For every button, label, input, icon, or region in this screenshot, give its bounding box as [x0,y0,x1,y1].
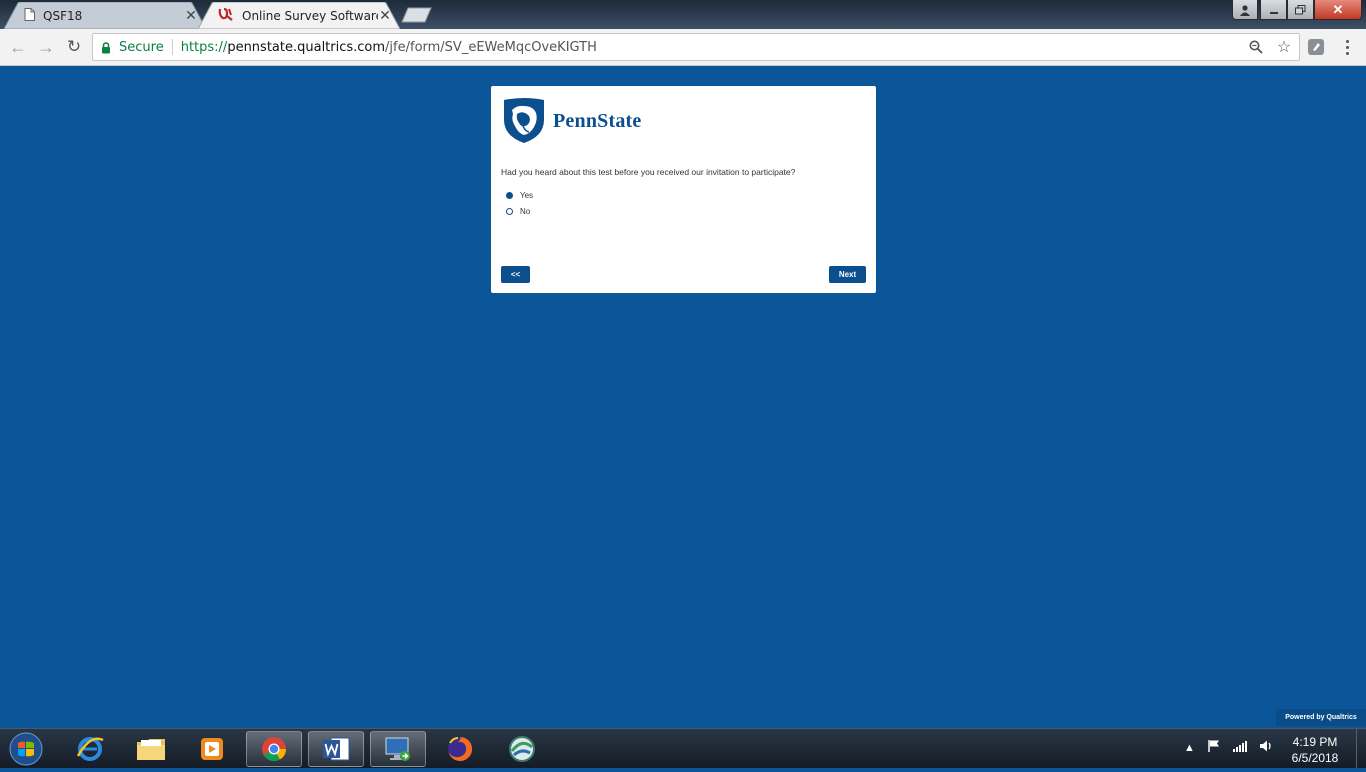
back-button[interactable]: << [501,266,530,283]
tab-title: Online Survey Software | Q [242,8,378,23]
close-window-button[interactable]: ✕ [1314,0,1362,20]
forward-arrow-icon[interactable]: → [36,37,56,57]
browser-toolbar: ← → ↻ Secure https://pennstate.qualtrics… [0,29,1366,66]
nittany-lion-shield-icon [504,98,544,143]
radio-unselected-icon[interactable] [506,208,513,215]
radio-selected-icon[interactable] [506,192,513,199]
qualtrics-icon [218,7,234,24]
pennstate-logo: PennState [503,98,641,144]
logo-text: PennState [553,109,642,132]
minimize-button[interactable] [1260,0,1287,20]
new-tab-button[interactable] [400,7,434,23]
restore-button[interactable] [1287,0,1314,20]
address-bar[interactable]: Secure https://pennstate.qualtrics.com/j… [92,33,1300,61]
powered-by-qualtrics[interactable]: Powered by Qualtrics [1276,709,1366,726]
browser-menu-icon[interactable] [1340,37,1354,57]
choice-label: Yes [520,191,534,200]
taskbar-network-app-icon[interactable] [494,731,550,767]
address-bar-actions: ☆ [1247,38,1293,56]
system-tray: ▲ [1184,739,1273,756]
taskbar-remote-desktop-icon[interactable] [370,731,426,767]
bookmark-star-icon[interactable]: ☆ [1275,38,1293,56]
tab-strip: QSF18 ✕ Online Survey Software | Q ✕ ✕ [0,0,1366,29]
taskbar-file-explorer-icon[interactable] [123,731,179,767]
divider [171,39,173,55]
clock-time: 4:19 PM [1292,735,1338,749]
choice-label: No [520,207,531,216]
taskbar-word-icon[interactable] [308,731,364,767]
show-desktop-button[interactable] [1356,729,1366,769]
tab-close-icon[interactable]: ✕ [184,7,198,24]
taskbar-internet-explorer-icon[interactable] [62,731,118,767]
volume-icon[interactable] [1259,739,1273,756]
taskbar-firefox-icon[interactable] [432,731,488,767]
question-text: Had you heard about this test before you… [501,167,796,177]
taskbar-media-player-icon[interactable] [184,731,240,767]
url-host: pennstate.qualtrics.com [227,39,386,55]
tab-title: QSF18 [43,8,83,23]
url-path: /jfe/form/SV_eEWeMqcOveKIGTH [385,39,597,55]
network-signal-icon[interactable] [1232,740,1247,755]
url-text[interactable]: https://pennstate.qualtrics.com/jfe/form… [181,40,597,55]
zoom-icon[interactable] [1247,38,1265,56]
next-button[interactable]: Next [829,266,866,283]
back-arrow-icon[interactable]: ← [8,37,28,57]
choice-no[interactable]: No [506,207,530,216]
secure-label: Secure [119,39,164,55]
url-protocol: https:// [180,39,228,55]
clock-date: 6/5/2018 [1291,751,1339,765]
survey-card: PennState Had you heard about this test … [491,86,876,293]
user-profile-icon[interactable] [1232,0,1258,20]
choice-yes[interactable]: Yes [506,191,533,200]
start-button[interactable] [4,731,48,767]
extension-icon[interactable] [1307,38,1325,56]
document-icon [24,7,35,24]
tab-online-survey[interactable]: Online Survey Software | Q ✕ [198,2,400,29]
taskbar-chrome-icon[interactable] [246,731,302,767]
lock-icon [101,41,111,54]
tab-qsf18[interactable]: QSF18 ✕ [4,2,206,29]
clock[interactable]: 4:19 PM 6/5/2018 [1280,734,1350,766]
action-center-flag-icon[interactable] [1207,739,1221,756]
reload-icon[interactable]: ↻ [64,37,84,57]
taskbar: ▲ 4:19 PM 6/5/2018 [0,728,1366,769]
tab-close-icon[interactable]: ✕ [378,7,392,24]
tray-expand-icon[interactable]: ▲ [1184,742,1195,754]
